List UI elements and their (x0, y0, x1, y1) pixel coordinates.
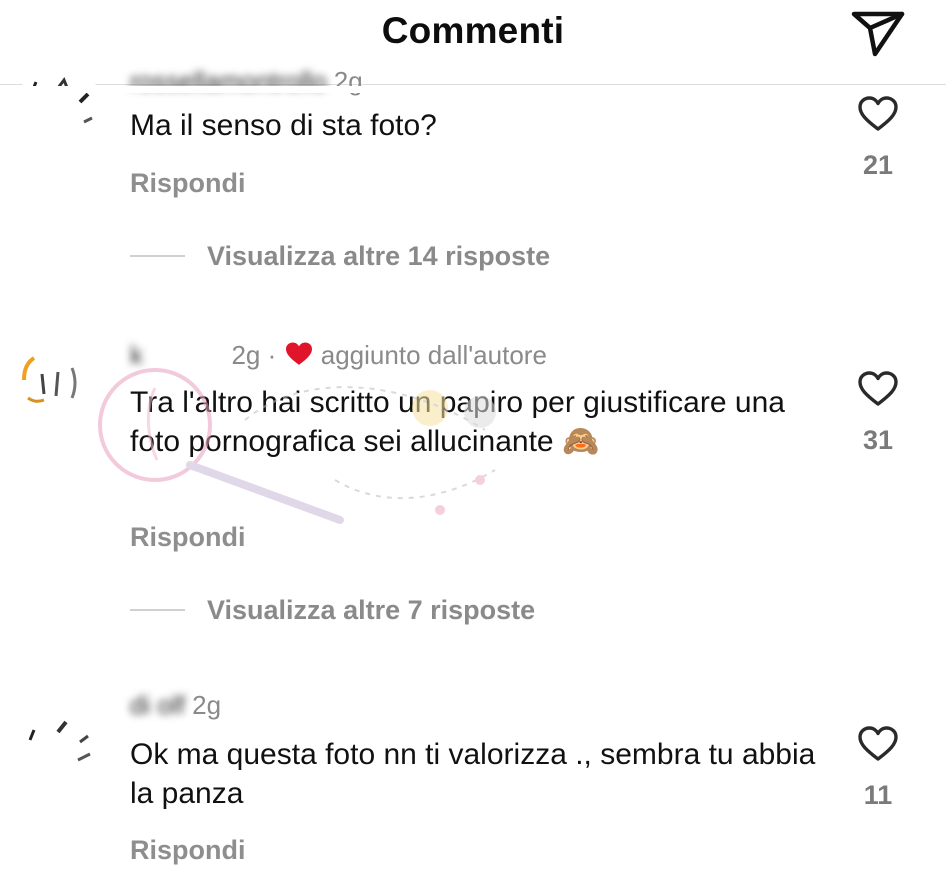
avatar[interactable] (18, 338, 100, 420)
like-button[interactable]: 31 (852, 371, 904, 456)
comment-username[interactable]: k (130, 340, 143, 370)
avatar[interactable] (18, 700, 100, 782)
reply-button[interactable]: Rispondi (130, 168, 246, 199)
like-count: 21 (862, 150, 894, 180)
comment-text: Tra l'altro hai scritto un papiro per gi… (130, 386, 785, 458)
view-more-replies[interactable]: Visualizza altre 14 risposte (130, 239, 550, 273)
comment-time: 2g (192, 690, 222, 720)
heart-icon (858, 96, 898, 131)
view-more-replies[interactable]: Visualizza altre 7 risposte (130, 593, 535, 627)
like-button[interactable]: 21 (852, 96, 904, 181)
reply-button[interactable]: Rispondi (130, 835, 246, 866)
heart-icon (858, 726, 898, 761)
like-count: 11 (863, 780, 893, 810)
author-liked-heart-icon (285, 342, 312, 365)
avatar[interactable] (18, 62, 100, 144)
heart-icon (858, 371, 898, 406)
header-overlap-mask (0, 86, 946, 93)
meta-separator: · (267, 340, 277, 370)
page-title: Commenti (381, 10, 565, 51)
reply-button[interactable]: Rispondi (130, 522, 246, 553)
send-icon[interactable] (848, 6, 908, 58)
comment-text: Ma il senso di sta foto? (130, 109, 437, 142)
view-more-replies-label[interactable]: Visualizza altre 14 risposte (207, 241, 550, 272)
replies-divider (130, 609, 185, 611)
comment-time: 2g (231, 340, 261, 370)
comment-meta: di olf 2g (130, 690, 221, 721)
like-button[interactable]: 11 (852, 726, 904, 811)
view-more-replies-label[interactable]: Visualizza altre 7 risposte (207, 595, 535, 626)
author-liked-label: aggiunto dall'autore (320, 340, 547, 370)
replies-divider (130, 255, 185, 257)
comment-text: Ok ma questa foto nn ti valorizza ., sem… (130, 738, 816, 810)
comment-meta: k 2g · aggiunto dall'autore (130, 340, 547, 371)
comment-username[interactable]: di olf (130, 690, 185, 720)
like-count: 31 (862, 425, 894, 455)
